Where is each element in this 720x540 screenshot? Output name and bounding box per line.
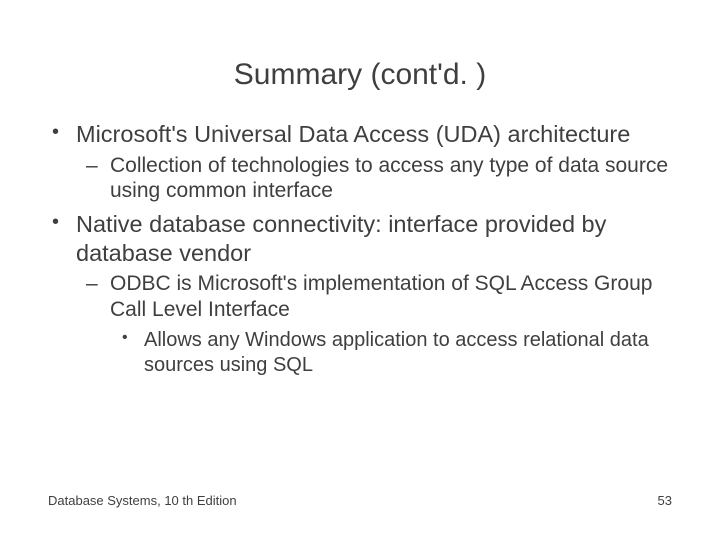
bullet-level1: Microsoft's Universal Data Access (UDA) …: [48, 120, 672, 149]
bullet-level2: Collection of technologies to access any…: [48, 153, 672, 204]
bullet-text: Native database connectivity: interface …: [76, 211, 606, 266]
slide: Summary (cont'd. ) Microsoft's Universal…: [0, 0, 720, 540]
bullet-level2: ODBC is Microsoft's implementation of SQ…: [48, 271, 672, 322]
bullet-level3: Allows any Windows application to access…: [48, 328, 672, 377]
page-number: 53: [658, 493, 672, 508]
slide-content: Microsoft's Universal Data Access (UDA) …: [0, 102, 720, 377]
bullet-text: ODBC is Microsoft's implementation of SQ…: [110, 272, 652, 321]
bullet-text: Collection of technologies to access any…: [110, 154, 668, 203]
bullet-text: Allows any Windows application to access…: [144, 329, 649, 375]
bullet-level1: Native database connectivity: interface …: [48, 210, 672, 267]
slide-footer: Database Systems, 10 th Edition 53: [48, 493, 672, 508]
bullet-text: Microsoft's Universal Data Access (UDA) …: [76, 121, 630, 147]
slide-title: Summary (cont'd. ): [0, 0, 720, 102]
footer-left: Database Systems, 10 th Edition: [48, 493, 237, 508]
